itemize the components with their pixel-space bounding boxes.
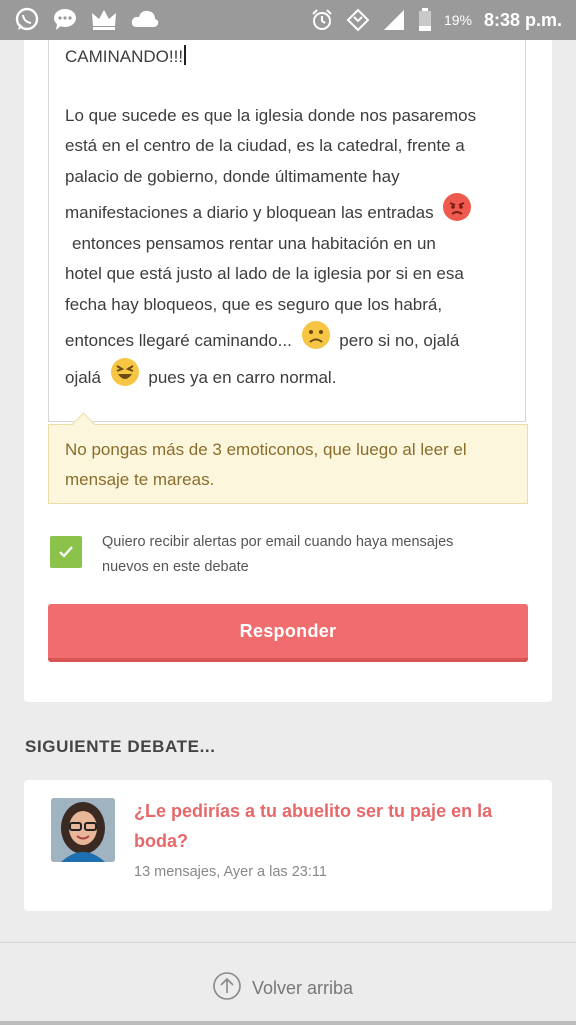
reply-line: Lo que sucede es que la iglesia donde no… (65, 105, 477, 125)
reply-line: está en el centro de la ciudad, es la ca… (65, 136, 465, 155)
whatsapp-icon (14, 6, 40, 32)
next-debate-link-line: ¿Le pedirías a tu abuelito ser tu paje e… (134, 801, 493, 821)
next-debate-link-line: boda? (134, 831, 188, 851)
alarm-icon (310, 8, 334, 32)
reply-line: entonces pensamos rentar una habitación … (72, 233, 436, 253)
reply-first-line: CAMINANDO!!! (65, 47, 184, 66)
warning-line: No pongas más de 3 emoticonos, que luego… (65, 440, 467, 459)
email-alerts-label[interactable]: Quiero recibir alertas por email cuando … (102, 530, 512, 580)
text-cursor (184, 45, 187, 65)
email-alerts-label-line: Quiero recibir alertas por email cuando … (102, 534, 454, 550)
reply-line: pues ya en carro normal. (148, 367, 337, 387)
next-debate-title: SIGUIENTE DEBATE... (25, 737, 216, 756)
back-to-top-link[interactable]: Volver arriba (212, 971, 353, 1006)
reply-textarea[interactable]: CAMINANDO!!! Lo que sucede es que la igl… (48, 40, 526, 422)
warning-line: mensaje te mareas. (65, 470, 215, 489)
reply-paragraph: Lo que sucede es que la iglesia donde no… (65, 101, 509, 394)
data-icon (346, 8, 370, 32)
next-debate-link[interactable]: ¿Le pedirías a tu abuelito ser tu paje e… (134, 796, 514, 856)
back-to-top-label: Volver arriba (252, 978, 354, 998)
email-alerts-label-line: nuevos en este debate (102, 559, 249, 575)
chat-icon (52, 6, 78, 32)
bottom-divider (0, 1021, 576, 1025)
avatar[interactable] (51, 798, 115, 862)
footer: Volver arriba (0, 942, 576, 1025)
email-alerts-checkbox[interactable] (50, 536, 82, 568)
clock: 8:38 p.m. (483, 9, 562, 30)
laughing-emoji-icon (110, 357, 140, 387)
arrow-up-circle-icon (212, 971, 242, 1006)
cloud-icon (130, 7, 160, 31)
respond-button[interactable]: Responder (48, 604, 528, 662)
reply-line: ojalá (65, 367, 101, 387)
angry-emoji-icon (442, 192, 472, 222)
reply-line: palacio de gobierno, donde últimamente h… (65, 166, 400, 186)
reply-line: pero si no, ojalá (339, 331, 460, 350)
battery-icon (418, 8, 432, 32)
reply-line: hotel que está justo al lado de la igles… (65, 264, 464, 283)
reply-line: entonces llegaré caminando... (65, 331, 292, 350)
next-debate-card: ¿Le pedirías a tu abuelito ser tu paje e… (24, 780, 552, 911)
next-debate-meta: 13 mensajes, Ayer a las 23:11 (134, 864, 327, 880)
sad-emoji-icon (301, 320, 331, 350)
crown-icon (90, 6, 118, 32)
reply-line: manifestaciones a diario y bloquean las … (65, 203, 434, 222)
signal-icon (382, 9, 406, 31)
reply-card: CAMINANDO!!! Lo que sucede es que la igl… (24, 40, 552, 702)
reply-line: fecha hay bloqueos, que es seguro que lo… (65, 294, 443, 314)
status-bar: 19% 8:38 p.m. (0, 0, 576, 40)
battery-percent: 19% (443, 12, 472, 28)
emoticon-warning: No pongas más de 3 emoticonos, que luego… (48, 412, 528, 504)
